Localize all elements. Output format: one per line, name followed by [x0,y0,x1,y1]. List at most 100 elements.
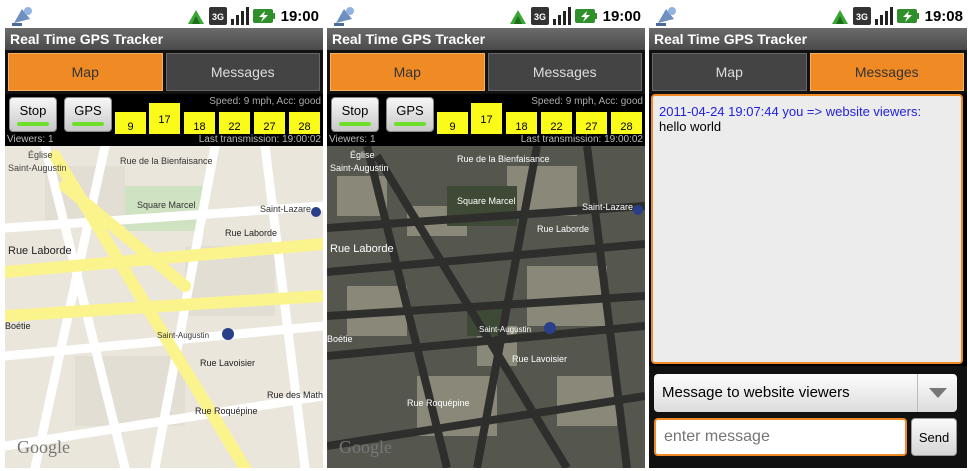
signal-strength-icon [874,7,893,25]
app-title: Real Time GPS Tracker [332,31,486,47]
map-label: Saint-Augustin [8,163,67,173]
app-title-bar: Real Time GPS Tracker [5,28,323,50]
svg-text:3G: 3G [534,12,546,22]
signal-strength-icon [552,7,571,25]
street-map[interactable]: Église Saint-Augustin Rue de la Bienfais… [5,146,323,468]
map-label: Rue de la Bienfaisance [120,156,213,166]
info-line: Viewers: 1 Last transmission: 19:00:02 [5,134,323,146]
last-transmission: Last transmission: 19:00:02 [520,134,643,145]
control-panel: Stop GPS 9 17 18 22 27 28 Speed: 9 mph, … [5,94,323,134]
map-label: Boétie [5,321,31,331]
status-time: 19:08 [924,7,963,25]
network-3g-icon: 3G [208,7,227,25]
gps-button-label: GPS [396,103,424,118]
gps-button-label: GPS [74,103,102,118]
signal-strength-icon [230,7,249,25]
tab-messages[interactable]: Messages [809,53,964,91]
stop-button[interactable]: Stop [9,97,57,132]
network-3g-icon: 3G [852,7,871,25]
map-label: Rue Laborde [330,243,394,255]
message-text: hello world [659,119,722,134]
tab-bar: Map Messages [5,50,323,94]
phone-screen-map: 3G 19:00 Real Time GPS Tracker Map Messa… [5,4,323,468]
speed-bar: 28 [611,112,642,134]
tab-map[interactable]: Map [330,53,485,91]
map-label: Square Marcel [457,196,516,206]
map-label: Rue Laborde [225,228,277,238]
map-label: Rue Roquépine [407,398,470,408]
speed-bar: 9 [437,112,468,134]
map-label: Rue Laborde [537,224,589,234]
usb-debug-icon [334,7,354,26]
speed-text: Speed: 9 mph, Acc: good [531,96,643,107]
map-label: Boétie [327,334,353,344]
status-bar: 3G 19:08 [649,4,967,28]
gps-signal-icon [187,10,204,24]
app-title-bar: Real Time GPS Tracker [327,28,645,50]
last-transmission: Last transmission: 19:00:02 [198,134,321,145]
stop-indicator-led [339,122,371,126]
info-line: Viewers: 1 Last transmission: 19:00:02 [327,134,645,146]
speed-bar: 22 [219,112,250,134]
viewers-count: Viewers: 1 [7,134,54,145]
svg-text:3G: 3G [212,12,224,22]
viewers-count: Viewers: 1 [329,134,376,145]
message-input[interactable] [654,418,907,456]
map-label: Rue des Math [267,390,323,400]
satellite-map[interactable]: Église Saint-Augustin Rue de la Bienfais… [327,146,645,468]
stop-indicator-led [17,122,49,126]
recipient-select[interactable]: Message to website viewers [654,374,957,412]
battery-charging-icon [252,9,275,23]
google-logo: Google [17,437,70,457]
compose-area: Message to website viewers Send [649,366,967,468]
stop-button-label: Stop [19,103,47,118]
speed-bar: 27 [576,112,607,134]
status-time: 19:00 [602,7,641,25]
gps-signal-icon [509,10,526,24]
gps-button[interactable]: GPS [386,97,434,132]
gps-indicator-led [72,122,104,126]
map-label: Square Marcel [137,200,196,210]
speed-bar: 22 [541,112,572,134]
tab-messages[interactable]: Messages [487,53,642,91]
phone-screen-satellite: 3G 19:00 Real Time GPS Tracker Map Messa… [327,4,645,468]
battery-charging-icon [574,9,597,23]
message-log[interactable]: 2011-04-24 19:07:44 you => website viewe… [651,94,963,364]
control-panel: Stop GPS 9 17 18 22 27 28 Speed: 9 mph, … [327,94,645,134]
gps-button[interactable]: GPS [64,97,112,132]
tab-bar: Map Messages [649,50,967,94]
app-title: Real Time GPS Tracker [654,31,808,47]
map-label: Rue Laborde [8,245,72,257]
stop-button-label: Stop [341,103,369,118]
phone-screen-messages: 3G 19:08 Real Time GPS Tracker Map Messa… [649,4,967,468]
speed-bar: 17 [471,103,502,134]
google-logo: Google [339,437,392,457]
map-label: Saint-Lazare [582,202,633,212]
battery-charging-icon [896,9,919,23]
map-label: Église [28,150,53,160]
status-time: 19:00 [280,7,319,25]
svg-text:3G: 3G [856,12,868,22]
tab-map[interactable]: Map [8,53,163,91]
usb-debug-icon [656,7,676,26]
map-label: Église [350,150,375,160]
map-label: Rue Roquépine [195,406,258,416]
app-title-bar: Real Time GPS Tracker [649,28,967,50]
map-label: Rue de la Bienfaisance [457,154,550,164]
dropdown-arrow-icon [917,374,957,412]
map-label: Saint-Augustin [479,325,531,334]
stop-button[interactable]: Stop [331,97,379,132]
speed-bar: 28 [289,112,320,134]
tab-bar: Map Messages [327,50,645,94]
map-label: Saint-Augustin [157,331,209,340]
app-title: Real Time GPS Tracker [10,31,164,47]
tab-map[interactable]: Map [652,53,807,91]
speed-bar: 17 [149,103,180,134]
gps-signal-icon [831,10,848,24]
send-button[interactable]: Send [911,418,957,456]
recipient-value: Message to website viewers [662,384,850,401]
map-label: Saint-Lazare [260,204,311,214]
speed-bar: 27 [254,112,285,134]
speed-bar: 18 [184,112,215,134]
tab-messages[interactable]: Messages [165,53,320,91]
